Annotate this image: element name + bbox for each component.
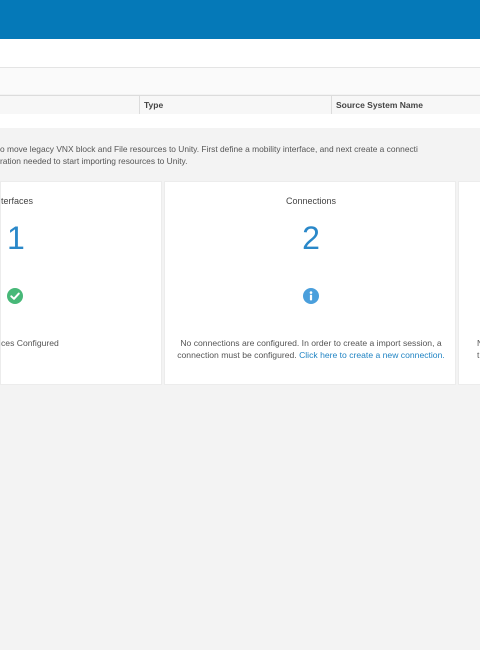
table-body bbox=[0, 114, 480, 128]
connections-card-title: Connections bbox=[285, 196, 337, 206]
table-header: Type Source System Name bbox=[0, 95, 480, 115]
column-header-source-system-name[interactable]: Source System Name bbox=[332, 96, 480, 114]
top-header-bar bbox=[0, 0, 480, 39]
column-header-name[interactable] bbox=[0, 96, 140, 114]
third-card: N t bbox=[458, 181, 480, 385]
intro-line-1: o move legacy VNX block and File resourc… bbox=[0, 144, 418, 154]
interfaces-count[interactable]: 1 bbox=[7, 220, 25, 257]
check-circle-icon bbox=[7, 288, 23, 304]
intro-line-2: ration needed to start importing resourc… bbox=[0, 156, 188, 166]
info-circle-icon bbox=[303, 288, 319, 304]
connections-card: Connections 2 No connections are configu… bbox=[164, 181, 456, 385]
connections-status-message: No connections are configured. In order … bbox=[175, 337, 447, 361]
create-connection-link[interactable]: Click here to create a new connection. bbox=[299, 350, 445, 360]
toolbar-spacer bbox=[0, 68, 480, 94]
interfaces-card-title: terfaces bbox=[1, 196, 34, 206]
column-header-type[interactable]: Type bbox=[140, 96, 332, 114]
interfaces-card: terfaces 1 ces Configured bbox=[0, 181, 162, 385]
connections-count[interactable]: 2 bbox=[165, 220, 457, 257]
interfaces-status-message: ces Configured bbox=[1, 338, 59, 348]
toolbar bbox=[0, 39, 480, 68]
